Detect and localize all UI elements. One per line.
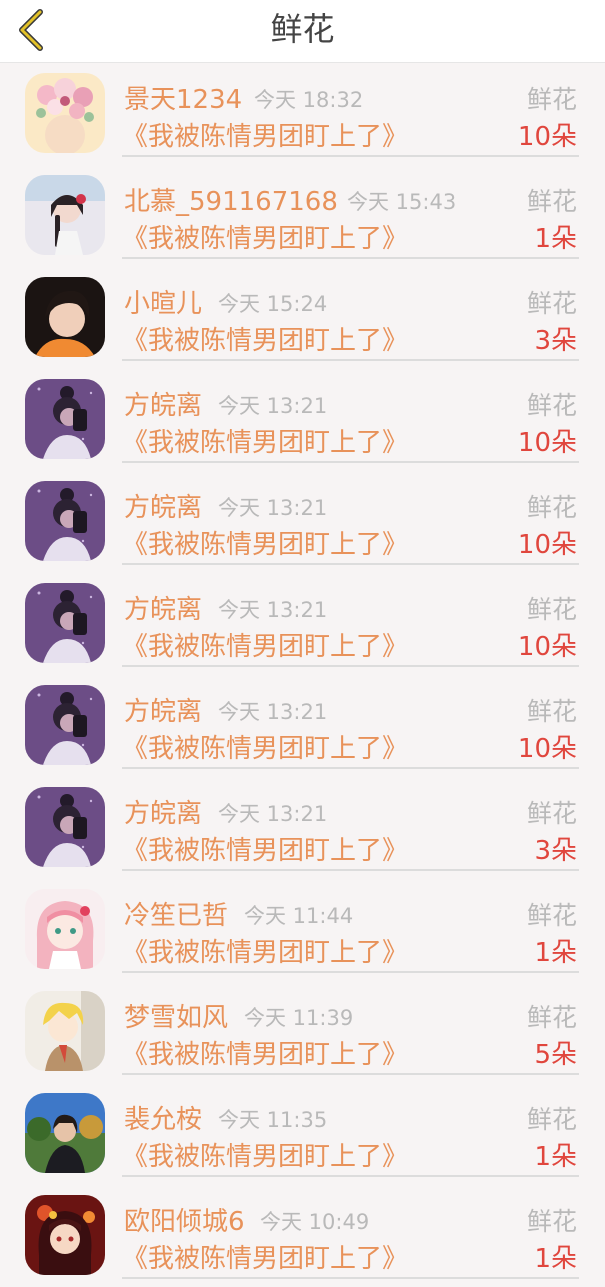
avatar[interactable] <box>25 379 105 459</box>
top-bar: 鲜花 <box>0 0 605 63</box>
gift-type: 鲜花 <box>526 1105 577 1134</box>
divider <box>122 563 579 565</box>
user-name[interactable]: 冷笙已哲 <box>124 895 228 932</box>
timestamp: 今天 18:32 <box>254 88 364 112</box>
list-item[interactable]: 梦雪如风 今天 11:39 鲜花《我被陈情男团盯上了》 5朵 <box>0 981 605 1083</box>
list-item[interactable]: 方皖离 今天 13:21 鲜花《我被陈情男团盯上了》 10朵 <box>0 675 605 777</box>
divider <box>122 1073 579 1075</box>
gift-type: 鲜花 <box>526 1207 577 1236</box>
avatar[interactable] <box>25 277 105 357</box>
book-title-link[interactable]: 《我被陈情男团盯上了》 <box>122 932 408 969</box>
flower-count: 3朵 <box>534 836 577 866</box>
avatar[interactable] <box>25 73 105 153</box>
divider <box>122 359 579 361</box>
gift-type: 鲜花 <box>526 901 577 930</box>
flower-count: 1朵 <box>534 224 577 254</box>
list-item[interactable]: 方皖离 今天 13:21 鲜花《我被陈情男团盯上了》 10朵 <box>0 369 605 471</box>
gift-type: 鲜花 <box>526 493 577 522</box>
list-item[interactable]: 方皖离 今天 13:21 鲜花《我被陈情男团盯上了》 3朵 <box>0 777 605 879</box>
gift-type: 鲜花 <box>526 85 577 114</box>
gift-type: 鲜花 <box>526 697 577 726</box>
timestamp: 今天 13:21 <box>218 394 328 418</box>
avatar[interactable] <box>25 685 105 765</box>
user-name[interactable]: 方皖离 <box>124 691 202 728</box>
book-title-link[interactable]: 《我被陈情男团盯上了》 <box>122 1034 408 1071</box>
page-title: 鲜花 <box>270 10 335 48</box>
timestamp: 今天 15:24 <box>218 292 328 316</box>
divider <box>122 257 579 259</box>
timestamp: 今天 11:35 <box>218 1108 328 1132</box>
user-name[interactable]: 方皖离 <box>124 793 202 830</box>
gift-type: 鲜花 <box>526 799 577 828</box>
avatar[interactable] <box>25 175 105 255</box>
timestamp: 今天 13:21 <box>218 496 328 520</box>
divider <box>122 155 579 157</box>
flower-count: 3朵 <box>534 326 577 356</box>
list-item[interactable]: 欧阳倾城6 今天 10:49 鲜花《我被陈情男团盯上了》 1朵 <box>0 1185 605 1287</box>
flower-record-list: 景天1234 今天 18:32 鲜花 《我被陈情男团盯上了》 10朵 北慕_5911671… <box>0 63 605 1287</box>
user-name[interactable]: 方皖离 <box>124 589 202 626</box>
user-name[interactable]: 方皖离 <box>124 385 202 422</box>
avatar[interactable] <box>25 787 105 867</box>
divider <box>122 767 579 769</box>
avatar[interactable] <box>25 991 105 1071</box>
avatar[interactable] <box>25 1093 105 1173</box>
avatar[interactable] <box>25 583 105 663</box>
timestamp: 今天 10:49 <box>260 1210 370 1234</box>
user-name[interactable]: 北慕_591167168 <box>124 181 338 218</box>
flower-count: 1朵 <box>534 938 577 968</box>
book-title-link[interactable]: 《我被陈情男团盯上了》 <box>122 422 408 459</box>
avatar[interactable] <box>25 1195 105 1275</box>
flower-count: 1朵 <box>534 1142 577 1172</box>
list-item[interactable]: 景天1234 今天 18:32 鲜花《我被陈情男团盯上了》 10朵 <box>0 63 605 165</box>
flower-count: 1朵 <box>534 1244 577 1274</box>
divider <box>122 461 579 463</box>
book-title-link[interactable]: 《我被陈情男团盯上了》 <box>122 320 408 357</box>
timestamp: 今天 13:21 <box>218 598 328 622</box>
divider <box>122 1175 579 1177</box>
divider <box>122 971 579 973</box>
divider <box>122 1277 579 1279</box>
user-name[interactable]: 方皖离 <box>124 487 202 524</box>
list-item[interactable]: 小暄儿 今天 15:24 鲜花《我被陈情男团盯上了》 3朵 <box>0 267 605 369</box>
book-title-link[interactable]: 《我被陈情男团盯上了》 <box>122 830 408 867</box>
timestamp: 今天 11:39 <box>244 1006 354 1030</box>
timestamp: 今天 13:21 <box>218 700 328 724</box>
book-title-link[interactable]: 《我被陈情男团盯上了》 <box>122 1238 408 1275</box>
list-item[interactable]: 裴允桉 今天 11:35 鲜花《我被陈情男团盯上了》 1朵 <box>0 1083 605 1185</box>
gift-type: 鲜花 <box>526 187 577 216</box>
gift-type: 鲜花 <box>526 391 577 420</box>
list-item[interactable]: 方皖离 今天 13:21 鲜花《我被陈情男团盯上了》 10朵 <box>0 471 605 573</box>
book-title-link[interactable]: 《我被陈情男团盯上了》 <box>122 626 408 663</box>
list-item[interactable]: 北慕_591167168 今天 15:43 鲜花《我被陈情男团盯上了》 1朵 <box>0 165 605 267</box>
book-title-link[interactable]: 《我被陈情男团盯上了》 <box>122 524 408 561</box>
flower-count: 10朵 <box>517 530 577 560</box>
user-name[interactable]: 景天1234 <box>124 79 242 116</box>
gift-type: 鲜花 <box>526 289 577 318</box>
book-title-link[interactable]: 《我被陈情男团盯上了》 <box>122 218 408 255</box>
flower-count: 5朵 <box>534 1040 577 1070</box>
avatar[interactable] <box>25 889 105 969</box>
book-title-link[interactable]: 《我被陈情男团盯上了》 <box>122 1136 408 1173</box>
user-name[interactable]: 梦雪如风 <box>124 997 228 1034</box>
gift-type: 鲜花 <box>526 595 577 624</box>
list-item[interactable]: 冷笙已哲 今天 11:44 鲜花《我被陈情男团盯上了》 1朵 <box>0 879 605 981</box>
user-name[interactable]: 小暄儿 <box>124 283 202 320</box>
flower-count: 10朵 <box>517 122 577 152</box>
flower-count: 10朵 <box>517 428 577 458</box>
flower-count: 10朵 <box>517 632 577 662</box>
book-title-link[interactable]: 《我被陈情男团盯上了》 <box>122 728 408 765</box>
book-title-link[interactable]: 《我被陈情男团盯上了》 <box>122 116 408 153</box>
list-item[interactable]: 方皖离 今天 13:21 鲜花《我被陈情男团盯上了》 10朵 <box>0 573 605 675</box>
flower-count: 10朵 <box>517 734 577 764</box>
divider <box>122 665 579 667</box>
user-name[interactable]: 裴允桉 <box>124 1099 202 1136</box>
timestamp: 今天 11:44 <box>244 904 354 928</box>
timestamp: 今天 15:43 <box>347 190 457 214</box>
user-name[interactable]: 欧阳倾城6 <box>124 1201 245 1238</box>
divider <box>122 869 579 871</box>
gift-type: 鲜花 <box>526 1003 577 1032</box>
timestamp: 今天 13:21 <box>218 802 328 826</box>
avatar[interactable] <box>25 481 105 561</box>
